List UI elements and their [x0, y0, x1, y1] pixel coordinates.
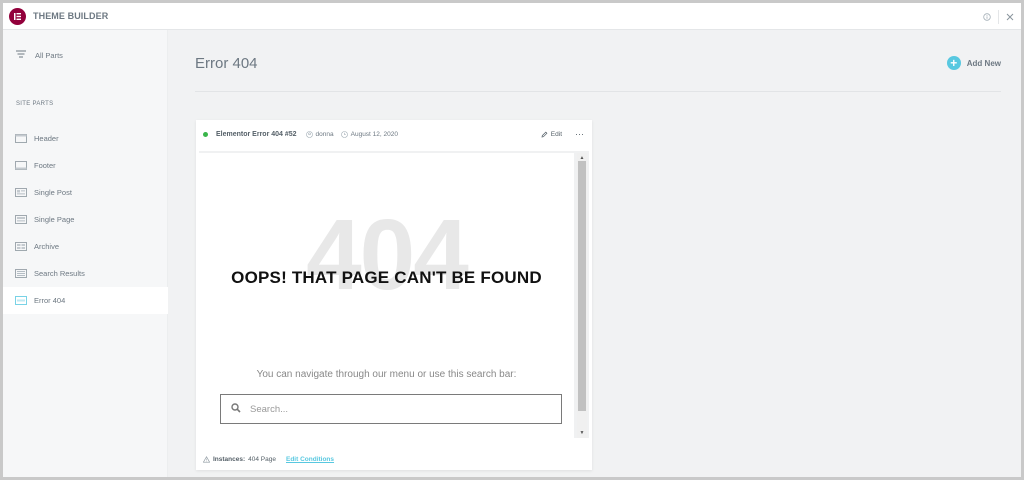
- page-title: Error 404: [195, 55, 258, 72]
- all-parts-link[interactable]: All Parts: [16, 50, 63, 60]
- sidebar-item-label: Single Page: [34, 215, 75, 224]
- published-status-dot: [203, 131, 208, 137]
- header-layout-icon: [15, 134, 27, 143]
- author-meta: donna: [305, 130, 334, 138]
- add-new-label: Add New: [966, 58, 1001, 68]
- all-parts-label: All Parts: [35, 50, 63, 60]
- date-meta: August 12, 2020: [340, 130, 398, 138]
- filter-icon: [16, 50, 26, 60]
- preview-scrollbar[interactable]: ▲ ▼: [577, 153, 587, 438]
- template-title: Elementor Error 404 #52: [216, 130, 297, 138]
- sidebar-item-search-results[interactable]: Search Results: [3, 260, 168, 287]
- scroll-down-icon[interactable]: ▼: [577, 428, 587, 438]
- site-parts-heading: SITE PARTS: [16, 101, 54, 107]
- card-header: Elementor Error 404 #52 donna August 12,…: [196, 120, 592, 148]
- edit-label: Edit: [550, 130, 562, 138]
- theme-builder-window: THEME BUILDER All Parts SITE PARTS Heade…: [3, 3, 1021, 477]
- edit-button[interactable]: Edit: [541, 131, 562, 138]
- header-divider: [195, 91, 1001, 92]
- sidebar-item-archive[interactable]: Archive: [3, 233, 168, 260]
- sidebar-item-single-page[interactable]: Single Page: [3, 206, 168, 233]
- sidebar-item-label: Search Results: [34, 269, 85, 278]
- footer-layout-icon: [15, 161, 27, 170]
- elementor-logo-icon: [9, 7, 26, 25]
- sidebar-item-footer[interactable]: Footer: [3, 152, 168, 179]
- single-page-layout-icon: [15, 215, 27, 224]
- modified-date: August 12, 2020: [350, 130, 398, 138]
- template-card: Elementor Error 404 #52 donna August 12,…: [196, 120, 592, 470]
- preview-content: 404 OOPS! THAT PAGE CAN'T BE FOUND You c…: [199, 153, 574, 438]
- plus-icon: +: [946, 56, 961, 70]
- sidebar-item-error-404[interactable]: Error 404: [3, 287, 168, 314]
- add-new-button[interactable]: + Add New: [946, 56, 1001, 70]
- more-options-icon[interactable]: ···: [575, 129, 584, 139]
- sidebar-item-label: Footer: [34, 161, 56, 170]
- navigate-hint: You can navigate through our menu or use…: [256, 369, 517, 380]
- scrollbar-thumb[interactable]: [578, 161, 586, 411]
- instances-label: Instances:: [213, 456, 246, 463]
- author-name: donna: [315, 130, 334, 138]
- search-icon: [231, 400, 241, 418]
- app-title: THEME BUILDER: [33, 11, 109, 21]
- sidebar: All Parts SITE PARTS Header Footer Singl…: [3, 30, 168, 477]
- info-icon[interactable]: [976, 3, 998, 30]
- sidebar-item-label: Archive: [34, 242, 60, 251]
- sidebar-item-label: Error 404: [34, 296, 66, 305]
- pencil-icon: [541, 131, 548, 138]
- preview-search-box[interactable]: [220, 394, 562, 424]
- search-input[interactable]: [250, 403, 540, 415]
- card-footer: Instances: 404 Page Edit Conditions: [203, 456, 334, 463]
- edit-conditions-link[interactable]: Edit Conditions: [286, 456, 334, 463]
- search-results-layout-icon: [15, 269, 27, 278]
- user-icon: [305, 130, 313, 138]
- close-icon[interactable]: [999, 3, 1021, 30]
- error-headline: OOPS! THAT PAGE CAN'T BE FOUND: [231, 268, 542, 287]
- instances-value: 404 Page: [248, 456, 276, 463]
- sidebar-item-label: Single Post: [34, 188, 72, 197]
- big-404-watermark: 404: [306, 199, 469, 311]
- archive-layout-icon: [15, 242, 27, 251]
- sidebar-item-header[interactable]: Header: [3, 125, 168, 152]
- warning-icon: [203, 456, 210, 463]
- error-404-layout-icon: [15, 296, 27, 305]
- sidebar-item-label: Header: [34, 134, 59, 143]
- clock-icon: [340, 130, 348, 138]
- template-preview: 404 OOPS! THAT PAGE CAN'T BE FOUND You c…: [199, 151, 589, 438]
- top-bar: THEME BUILDER: [3, 3, 1021, 30]
- single-post-layout-icon: [15, 188, 27, 197]
- site-parts-list: Header Footer Single Post Single Page Ar…: [3, 125, 168, 314]
- sidebar-item-single-post[interactable]: Single Post: [3, 179, 168, 206]
